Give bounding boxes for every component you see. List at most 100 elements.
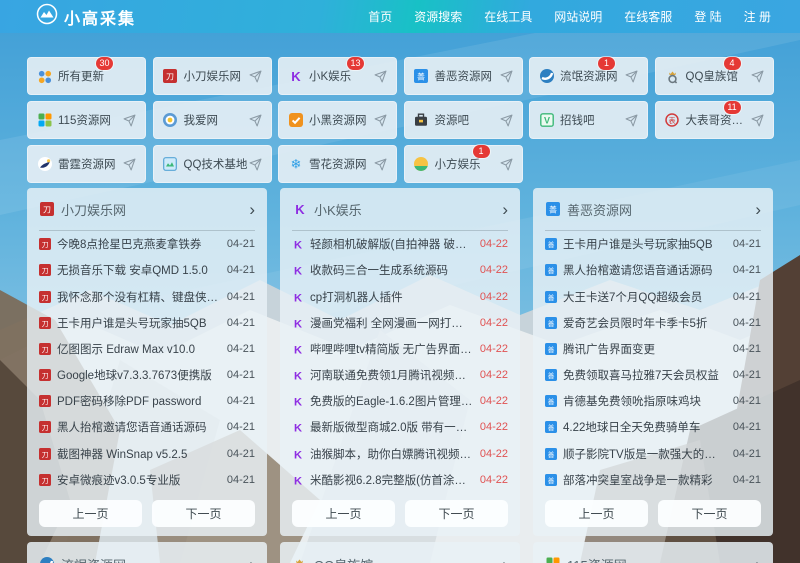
send-icon[interactable] — [123, 158, 136, 171]
nav-link-resource-search[interactable]: 资源搜索 — [403, 8, 473, 25]
list-item[interactable]: K cp打洞机器人插件 04-22 — [292, 283, 508, 309]
next-page-button[interactable]: 下一页 — [152, 499, 255, 527]
category-card-grid-dots[interactable]: 所有更新 30 — [27, 57, 146, 95]
category-card-label: 招钱吧 — [560, 115, 595, 127]
column-header[interactable]: K 小K娱乐 › — [292, 188, 508, 232]
send-icon[interactable] — [123, 114, 136, 127]
list-item[interactable]: K 河南联通免费领1月腾讯视频会员 04-22 — [292, 362, 508, 388]
kk-icon: K — [292, 395, 304, 409]
list-item-date: 04-21 — [732, 421, 761, 434]
nav-link-online-tools[interactable]: 在线工具 — [473, 8, 543, 25]
list-item-date: 04-22 — [479, 447, 508, 460]
category-card-kk[interactable]: K 小K娱乐 13 — [278, 57, 397, 95]
list-item[interactable]: K 收款码三合一生成系统源码 04-22 — [292, 257, 508, 283]
category-card-xiaodao[interactable]: 刀 小刀娱乐网 — [152, 57, 272, 95]
list-item[interactable]: 善 爱奇艺会员限时年卡季卡5折 04-21 — [545, 310, 761, 336]
nav-link-register[interactable]: 注 册 — [733, 8, 782, 25]
send-icon[interactable] — [751, 114, 764, 127]
list-item[interactable]: 刀 安卓微痕迹v3.0.5专业版 04-21 — [39, 467, 255, 493]
category-card-dabiaoge[interactable]: 表 大表哥资源网 11 — [654, 101, 774, 139]
column-header[interactable]: 刀 小刀娱乐网 › — [39, 188, 255, 232]
send-icon[interactable] — [374, 114, 387, 127]
prev-page-button[interactable]: 上一页 — [292, 499, 395, 527]
prev-page-button[interactable]: 上一页 — [39, 499, 142, 527]
list-item[interactable]: K 米酷影视6.2.8完整版(仿首涂模板... 04-22 — [292, 467, 508, 493]
send-icon[interactable] — [249, 70, 262, 83]
category-card-qqjishu[interactable]: QQ技术基地 — [152, 145, 272, 183]
list-item[interactable]: 刀 无损音乐下载 安卓QMD 1.5.0 04-21 — [39, 257, 255, 283]
send-icon[interactable] — [500, 70, 513, 83]
chevron-right-icon[interactable]: › — [249, 556, 255, 563]
brand[interactable]: 小高采集 — [36, 3, 136, 30]
send-icon[interactable] — [500, 158, 513, 171]
chevron-right-icon[interactable]: › — [755, 556, 761, 563]
list-item[interactable]: 善 肯德基免费领吮指原味鸡块 04-21 — [545, 388, 761, 414]
list-item[interactable]: 善 部落冲突皇室战争是一款精彩 04-21 — [545, 467, 761, 493]
bottom-card-qqhuang[interactable]: QQ皇族馆 › — [280, 542, 520, 563]
list-item[interactable]: K 哔哩哔哩tv精简版 无广告界面更... 04-22 — [292, 336, 508, 362]
list-item[interactable]: 刀 Google地球v7.3.3.7673便携版 04-21 — [39, 362, 255, 388]
list-item[interactable]: 善 顺子影院TV版是一款强大的手机 04-21 — [545, 441, 761, 467]
category-card-xiaohei[interactable]: 小黑资源网 — [278, 101, 397, 139]
list-item[interactable]: 善 腾讯广告界面变更 04-21 — [545, 336, 761, 362]
next-page-button[interactable]: 下一页 — [658, 499, 761, 527]
kk-icon: K — [292, 474, 304, 487]
chevron-right-icon[interactable]: › — [249, 201, 255, 218]
list-item-date: 04-21 — [732, 316, 761, 329]
list-item[interactable]: K 漫画党福利 全网漫画一网打尽 以... 04-22 — [292, 310, 508, 336]
category-card-liumang[interactable]: 流氓资源网 1 — [529, 57, 648, 95]
list-item[interactable]: 刀 王卡用户谁是头号玩家抽5QB 04-21 — [39, 310, 255, 336]
list-item[interactable]: K 油猴脚本，助你白嫖腾讯视频超... 04-22 — [292, 441, 508, 467]
send-icon[interactable] — [625, 70, 638, 83]
bottom-card-s115[interactable]: 115资源网 › — [533, 542, 773, 563]
list-item[interactable]: K 免费版的Eagle-1.6.2图片管理工具 04-22 — [292, 388, 508, 414]
chevron-right-icon[interactable]: › — [755, 201, 761, 218]
list-item[interactable]: 刀 PDF密码移除PDF password 04-21 — [39, 388, 255, 414]
send-icon[interactable] — [374, 70, 387, 83]
prev-page-button[interactable]: 上一页 — [545, 499, 648, 527]
nav-link-online-service[interactable]: 在线客服 — [613, 8, 683, 25]
list-item[interactable]: 善 王卡用户谁是头号玩家抽5QB 04-21 — [545, 231, 761, 257]
nav-link-login[interactable]: 登 陆 — [683, 8, 732, 25]
bottom-card-liumang[interactable]: 流氓资源网 › — [27, 542, 267, 563]
svg-text:刀: 刀 — [42, 451, 49, 459]
list-item[interactable]: 善 黑人抬棺邀请您语音通话源码 04-21 — [545, 257, 761, 283]
list-item[interactable]: 刀 黑人抬棺邀请您语音通话源码 04-21 — [39, 414, 255, 440]
send-icon[interactable] — [249, 158, 262, 171]
list-item[interactable]: 刀 亿图图示 Edraw Max v10.0 04-21 — [39, 336, 255, 362]
category-card-woai[interactable]: 我爱网 — [152, 101, 272, 139]
category-card-leiting[interactable]: 雷霆资源网 — [27, 145, 146, 183]
list-item-title: 爱奇艺会员限时年卡季卡5折 — [563, 317, 708, 330]
column-header[interactable]: 善 善恶资源网 › — [545, 188, 761, 232]
send-icon[interactable] — [751, 70, 764, 83]
qqjishu-icon — [163, 157, 178, 172]
nav-links: 首页 资源搜索 在线工具 网站说明 在线客服登 陆注 册 — [357, 8, 782, 25]
category-card-xuehua[interactable]: ❄ 雪花资源网 — [278, 145, 397, 183]
send-icon[interactable] — [249, 114, 262, 127]
next-page-button[interactable]: 下一页 — [405, 499, 508, 527]
list-item[interactable]: 刀 今晚8点抢星巴克燕麦拿铁券 04-21 — [39, 231, 255, 257]
send-icon[interactable] — [500, 114, 513, 127]
category-card-shane[interactable]: 善 善恶资源网 — [403, 57, 523, 95]
category-card-s115[interactable]: 115资源网 — [27, 101, 146, 139]
grid-dots-icon — [37, 69, 52, 84]
chevron-right-icon[interactable]: › — [502, 201, 508, 218]
nav-link-home[interactable]: 首页 — [357, 8, 403, 25]
list-item[interactable]: K 最新版微型商城2.0版 带有一键安装 04-22 — [292, 414, 508, 440]
category-card-xiaofang[interactable]: 小方娱乐 1 — [403, 145, 523, 183]
list-item[interactable]: K 轻颜相机破解版(自拍神器 破解VIP) 04-22 — [292, 231, 508, 257]
chevron-right-icon[interactable]: › — [502, 556, 508, 563]
list-item[interactable]: 善 免费领取喜马拉雅7天会员权益 04-21 — [545, 362, 761, 388]
svg-text:善: 善 — [417, 72, 425, 82]
list-item[interactable]: 刀 我怀念那个没有杠精、键盘侠的... 04-21 — [39, 283, 255, 309]
list-item[interactable]: 善 大王卡送7个月QQ超级会员 04-21 — [545, 283, 761, 309]
nav-link-site-info[interactable]: 网站说明 — [543, 8, 613, 25]
send-icon[interactable] — [625, 114, 638, 127]
list-item[interactable]: 刀 截图神器 WinSnap v5.2.5 04-21 — [39, 441, 255, 467]
category-card-qqhuang[interactable]: QQ皇族馆 4 — [654, 57, 774, 95]
category-card-ziyuanba[interactable]: 资源吧 — [403, 101, 523, 139]
send-icon[interactable] — [374, 158, 387, 171]
list-item-title: 安卓微痕迹v3.0.5专业版 — [57, 474, 181, 487]
category-card-zhaoqian[interactable]: V 招钱吧 — [529, 101, 648, 139]
list-item[interactable]: 善 4.22地球日全天免费骑单车 04-21 — [545, 414, 761, 440]
